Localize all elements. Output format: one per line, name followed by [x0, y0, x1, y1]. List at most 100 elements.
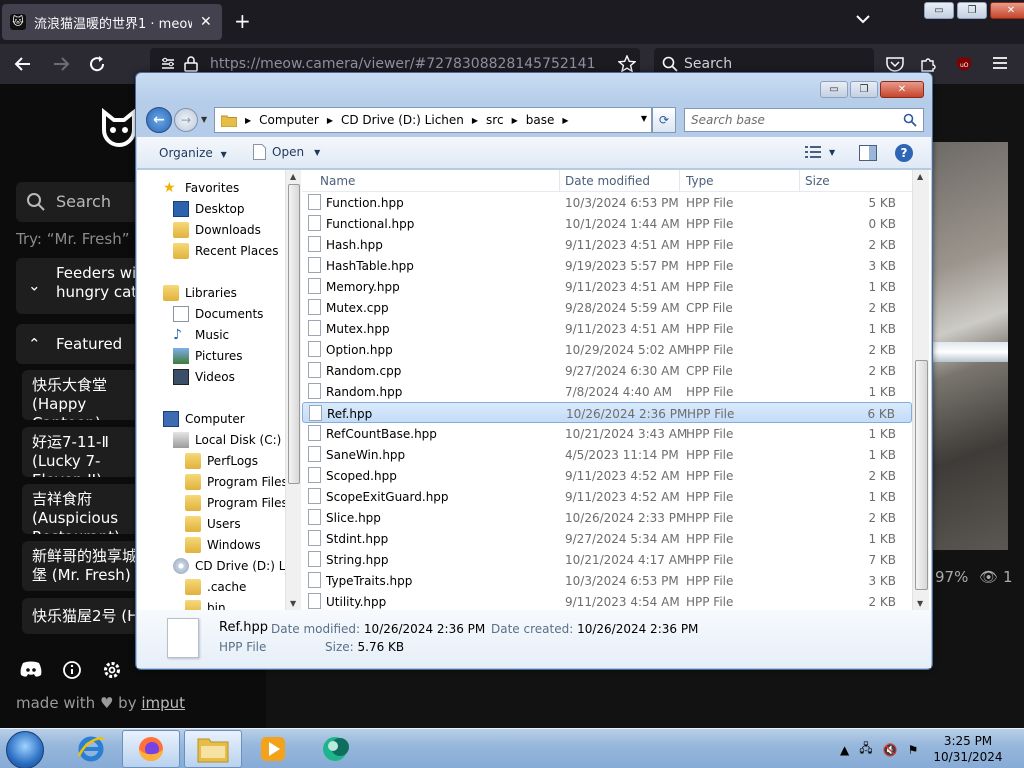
table-row[interactable]: Memory.hpp 9/11/2023 4:51 AM HPP File 1 KB [302, 276, 912, 297]
breadcrumb-src[interactable]: src [486, 113, 504, 127]
featured-feeder-item[interactable]: 快乐大食堂 (Happy Canteen) [22, 370, 152, 420]
breadcrumb-computer[interactable]: Computer [259, 113, 319, 127]
table-row[interactable]: Utility.hpp 9/11/2023 4:54 AM HPP File 2 KB [302, 591, 912, 610]
firefox-taskbar-icon[interactable] [122, 730, 180, 768]
discord-icon[interactable] [20, 660, 42, 680]
nav-program-files-x86[interactable]: Program Files ( [185, 493, 285, 513]
table-row[interactable]: SaneWin.hpp 4/5/2023 11:14 PM HPP File 1 KB [302, 444, 912, 465]
nav-perflogs[interactable]: PerfLogs [185, 451, 258, 471]
recent-pages-dropdown-icon[interactable]: ▼ [201, 115, 207, 124]
scrollbar-thumb[interactable] [915, 360, 928, 590]
table-row[interactable]: Option.hpp 10/29/2024 5:02 AM HPP File 2 KB [302, 339, 912, 360]
list-tabs-chevron-icon[interactable] [856, 14, 870, 24]
table-row[interactable]: Slice.hpp 10/26/2024 2:33 PM HPP File 2 KB [302, 507, 912, 528]
breadcrumb-separator-icon[interactable]: ▶ [245, 116, 251, 125]
clock[interactable]: 3:25 PM 10/31/2024 [928, 733, 1008, 765]
scroll-up-icon[interactable]: ▲ [290, 172, 296, 181]
table-row[interactable]: RefCountBase.hpp 10/21/2024 3:43 AM HPP Fi… [302, 423, 912, 444]
minimize-button[interactable]: ▭ [820, 81, 848, 98]
table-row[interactable]: Functional.hpp 10/1/2024 1:44 AM HPP File 0… [302, 213, 912, 234]
scroll-up-icon[interactable]: ▲ [917, 172, 923, 181]
breadcrumb-separator-icon[interactable]: ▶ [327, 116, 333, 125]
reload-icon[interactable] [88, 55, 106, 73]
close-button[interactable]: ✕ [990, 2, 1024, 19]
nav-documents[interactable]: Documents [173, 304, 263, 324]
nav-scrollbar[interactable]: ▲ ▼ [285, 170, 301, 610]
cat-logo-icon[interactable] [98, 106, 140, 152]
nav-recent-places[interactable]: Recent Places [173, 241, 278, 261]
pocket-icon[interactable] [886, 56, 904, 72]
file-list-scrollbar[interactable]: ▲ ▼ [912, 170, 929, 610]
nav-libraries[interactable]: Libraries [163, 283, 237, 303]
minimize-button[interactable]: ▭ [924, 2, 954, 19]
nav-local-disk[interactable]: Local Disk (C:) [173, 430, 281, 450]
restore-button[interactable]: ❐ [957, 2, 987, 19]
table-row[interactable]: String.hpp 10/21/2024 4:17 AM HPP File 7 KB [302, 549, 912, 570]
breadcrumb[interactable]: ▶ Computer ▶ CD Drive (D:) Lichen ▶ src … [214, 107, 652, 133]
scroll-down-icon[interactable]: ▼ [290, 599, 296, 608]
breadcrumb-cd-drive[interactable]: CD Drive (D:) Lichen [341, 113, 464, 127]
internet-explorer-icon[interactable] [62, 730, 120, 768]
app-globe-icon[interactable] [308, 730, 366, 768]
nav-program-files[interactable]: Program Files [185, 472, 285, 492]
nav-desktop[interactable]: Desktop [173, 199, 245, 219]
nav-favorites[interactable]: ★ Favorites [163, 178, 239, 198]
camera-stream-video[interactable] [932, 142, 1008, 550]
organize-button[interactable]: Organize ▼ [159, 146, 227, 160]
column-size[interactable]: Size [805, 174, 830, 188]
close-button[interactable]: ✕ [880, 81, 924, 98]
menu-hamburger-icon[interactable] [992, 56, 1008, 70]
nav-music[interactable]: ♪ Music [173, 325, 229, 345]
search-input[interactable]: Search base [684, 108, 924, 132]
column-divider[interactable] [679, 170, 680, 192]
column-type[interactable]: Type [686, 174, 714, 188]
explorer-taskbar-icon[interactable] [184, 730, 242, 768]
column-date[interactable]: Date modified [565, 174, 650, 188]
featured-feeder-item[interactable]: 快乐猫屋2号 (Happy [22, 598, 152, 634]
volume-muted-icon[interactable]: 🔇 [883, 743, 898, 757]
table-row[interactable]: Stdint.hpp 9/27/2024 5:34 AM HPP File 1 KB [302, 528, 912, 549]
action-center-flag-icon[interactable]: ⚑ [908, 743, 919, 757]
info-icon[interactable] [62, 660, 82, 680]
back-arrow-icon[interactable] [14, 55, 32, 73]
featured-feeder-item[interactable]: 新鲜哥的独享城堡 (Mr. Fresh) [22, 541, 152, 591]
open-button[interactable]: Open ▼ [253, 144, 320, 160]
author-link[interactable]: imput [141, 694, 185, 712]
table-row[interactable]: Scoped.hpp 9/11/2023 4:52 AM HPP File 2 KB [302, 465, 912, 486]
table-row[interactable]: HashTable.hpp 9/19/2023 5:57 PM HPP File 3 … [302, 255, 912, 276]
table-row[interactable]: Mutex.cpp 9/28/2024 5:59 AM CPP File 2 KB [302, 297, 912, 318]
breadcrumb-separator-icon[interactable]: ▶ [562, 116, 568, 125]
network-icon[interactable]: 🖧 [859, 739, 872, 760]
featured-feeder-item[interactable]: 好运7-11-Ⅱ (Lucky 7-Eleven II) [22, 427, 152, 477]
forward-arrow-icon[interactable]: → [174, 108, 198, 132]
nav-windows[interactable]: Windows [185, 535, 261, 555]
refresh-button[interactable]: ⟳ [652, 107, 676, 133]
start-button[interactable] [6, 731, 44, 768]
featured-feeder-item[interactable]: 吉祥食府 (Auspicious Restaurant) [22, 484, 152, 534]
table-row-selected[interactable]: Ref.hpp 10/26/2024 2:36 PM HPP File 6 KB [302, 402, 912, 423]
maximize-button[interactable]: ❐ [850, 81, 878, 98]
change-view-button[interactable]: ▼ [805, 146, 835, 158]
column-divider[interactable] [799, 170, 800, 192]
table-row[interactable]: TypeTraits.hpp 10/3/2024 6:53 PM HPP File 3… [302, 570, 912, 591]
browser-tab[interactable]: 🐱 流浪猫温暖的世界1 · meow.camera ✕ [2, 4, 222, 40]
table-row[interactable]: ScopeExitGuard.hpp 9/11/2023 4:52 AM HPP F… [302, 486, 912, 507]
scrollbar-thumb[interactable] [288, 184, 300, 484]
nav-cd-drive[interactable]: CD Drive (D:) Lich [173, 556, 285, 576]
nav-pictures[interactable]: Pictures [173, 346, 243, 366]
address-history-dropdown-icon[interactable]: ▼ [641, 114, 647, 123]
nav-users[interactable]: Users [185, 514, 241, 534]
nav-downloads[interactable]: Downloads [173, 220, 261, 240]
nav-bin[interactable]: bin [185, 598, 226, 610]
table-row[interactable]: Random.hpp 7/8/2024 4:40 AM HPP File 1 KB [302, 381, 912, 402]
column-name[interactable]: Name [320, 174, 355, 188]
nav-cache[interactable]: .cache [185, 577, 246, 597]
lock-icon[interactable] [184, 56, 198, 72]
preview-pane-icon[interactable] [859, 145, 877, 161]
table-row[interactable]: Random.cpp 9/27/2024 6:30 AM CPP File 2 KB [302, 360, 912, 381]
column-divider[interactable] [559, 170, 560, 192]
help-icon[interactable]: ? [895, 144, 913, 162]
table-row[interactable]: Hash.hpp 9/11/2023 4:51 AM HPP File 2 KB [302, 234, 912, 255]
site-settings-icon[interactable] [160, 56, 176, 72]
table-row[interactable]: Function.hpp 10/3/2024 6:53 PM HPP File 5 K… [302, 192, 912, 213]
